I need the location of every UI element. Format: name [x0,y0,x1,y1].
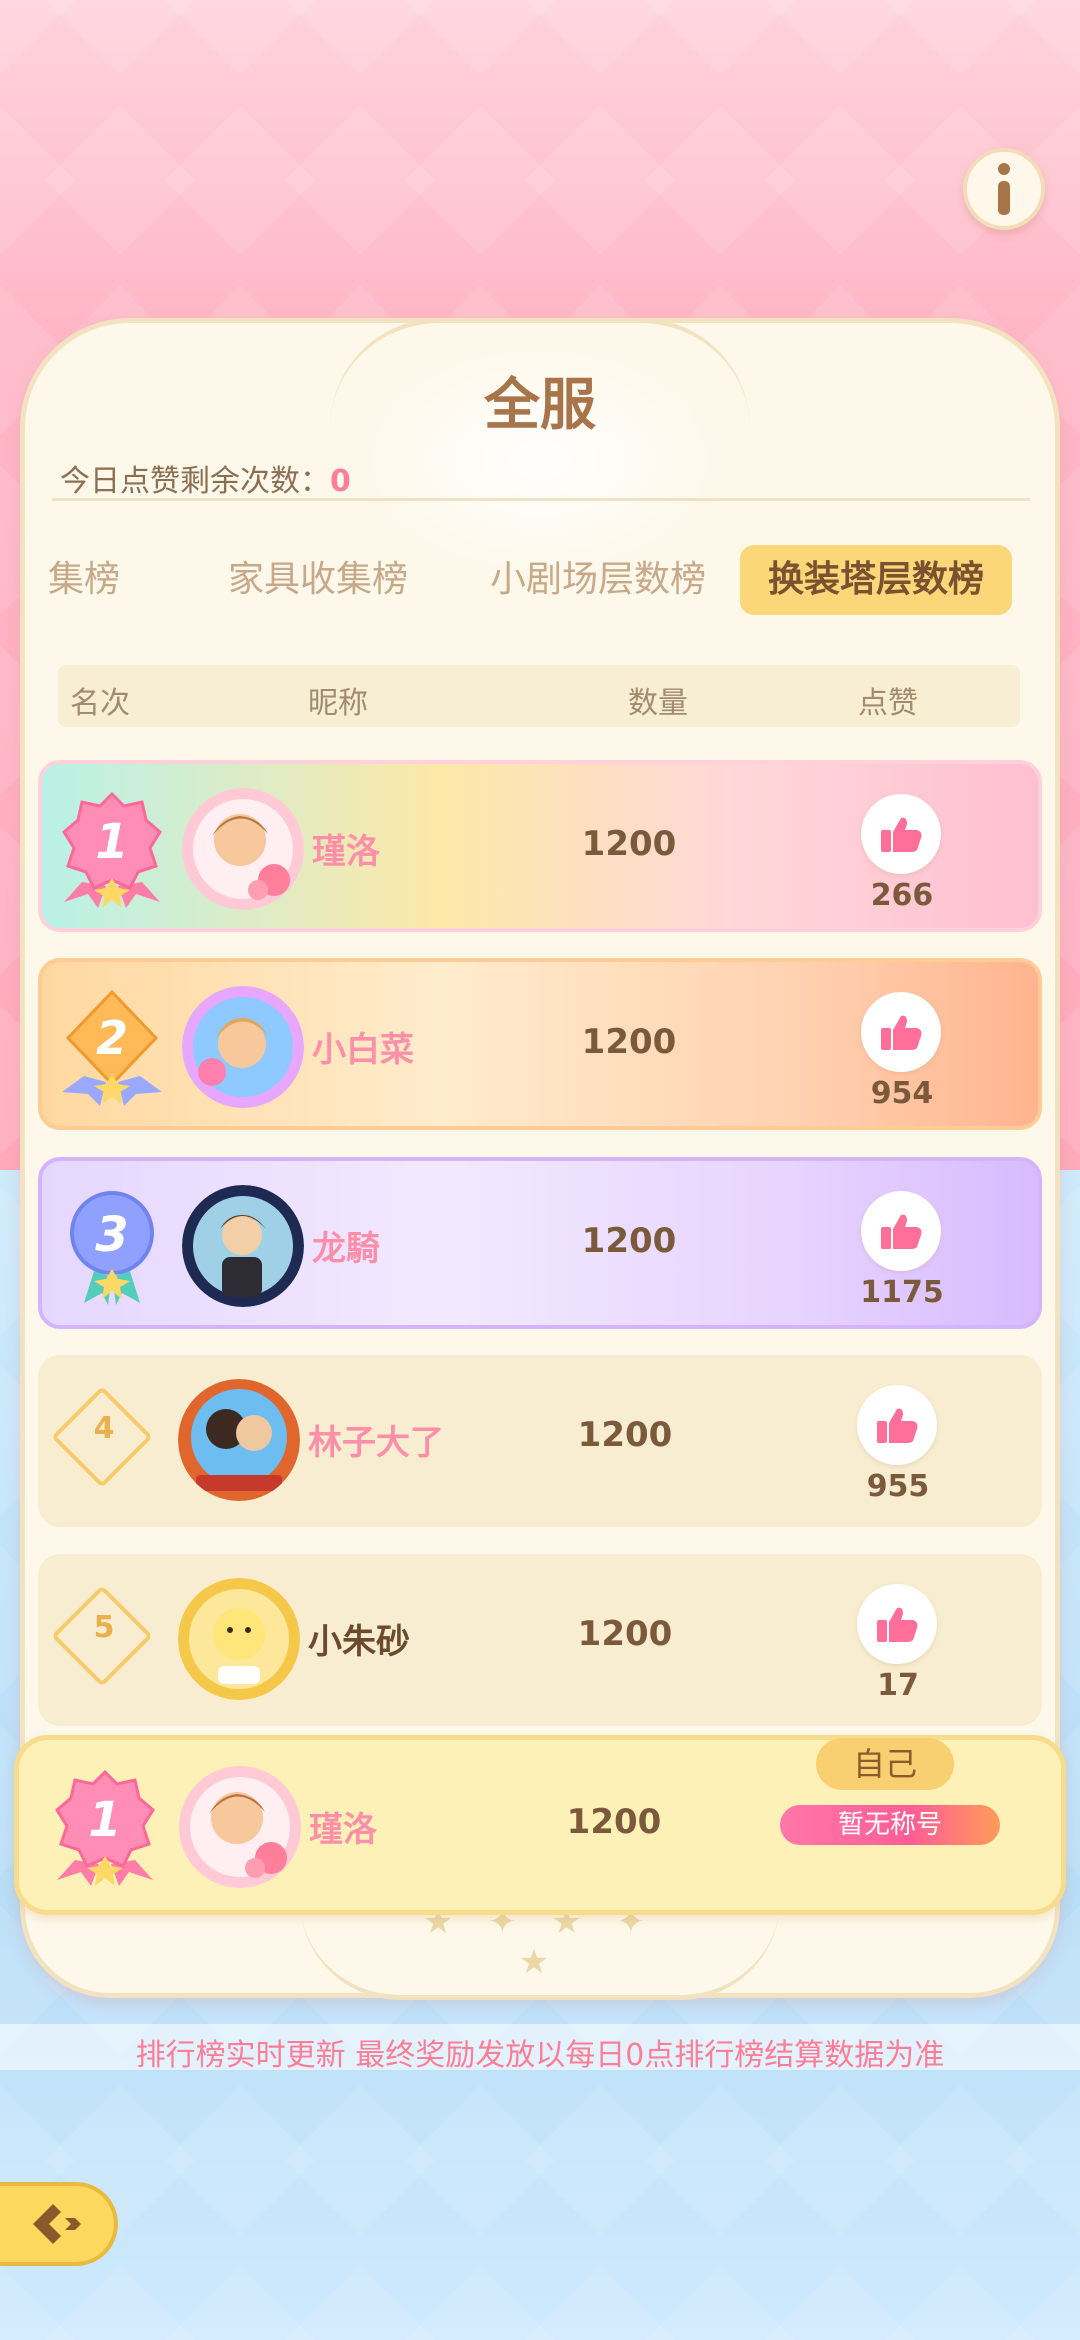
avatar[interactable] [179,1766,301,1888]
like-count: 954 [870,1076,934,1111]
tab-costume-tower[interactable]: 换装塔层数榜 [740,545,1013,615]
table-row: 4 林子大了 1200 955 [38,1355,1042,1527]
tab-collection[interactable]: 集榜 [48,545,120,615]
player-count: 1200 [581,1022,677,1062]
thumbs-up-icon [877,1607,918,1642]
rank-3-badge-icon: 3 [70,1191,154,1305]
likes-remaining-value: 0 [330,464,351,499]
table-row: 5 小朱砂 1200 17 [38,1554,1042,1726]
title-badge: 暂无称号 [780,1805,1000,1845]
player-count: 1200 [581,824,677,864]
footer-notice: 排行榜实时更新 最终奖励发放以每日0点排行榜结算数据为准 [135,2038,945,2073]
rank-number: 1 [88,1792,121,1848]
header-likes: 点赞 [858,686,918,721]
self-tag: 自己 [816,1738,954,1790]
thumbs-up-icon [881,1214,922,1249]
avatar[interactable] [182,1185,304,1307]
header-count: 数量 [628,686,688,721]
table-row: 3 龙騎 1200 1175 [38,1157,1042,1329]
player-name: 龙騎 [312,1229,380,1269]
player-count: 1200 [581,1221,677,1261]
rank-number: 3 [95,1207,128,1263]
avatar-portrait [182,986,304,1108]
like-button[interactable] [857,1385,937,1465]
like-count: 17 [877,1668,919,1703]
info-button[interactable] [963,148,1045,230]
like-count: 1175 [860,1275,944,1310]
rank-1-badge-icon: 1 [55,1769,155,1886]
rank-2-badge-icon: 2 [62,989,162,1106]
rank-number: 2 [96,1011,128,1065]
back-arrow-icon [33,2204,81,2244]
header-nickname: 昵称 [308,686,368,721]
player-count: 1200 [577,1415,673,1455]
rank-number: 1 [95,814,128,870]
rank-number: 5 [93,1610,115,1645]
divider [52,498,1030,501]
avatar-portrait [178,1578,300,1700]
thumbs-up-icon [877,1408,918,1443]
back-button[interactable] [0,2182,118,2266]
player-name: 瑾洛 [309,1810,377,1850]
likes-remaining-label: 今日点赞剩余次数： [60,464,330,499]
rank-1-badge-icon: 1 [62,791,162,908]
thumbs-up-icon [881,1015,922,1050]
likes-remaining: 今日点赞剩余次数：0 [60,456,351,500]
thumbs-up-icon [881,817,922,852]
tab-theater[interactable]: 小剧场层数榜 [490,545,706,615]
avatar[interactable] [182,986,304,1108]
player-name: 小朱砂 [308,1622,410,1662]
table-header: 名次 昵称 数量 点赞 [58,665,1020,727]
avatar-portrait [179,1766,301,1888]
panel-title: 全服 [484,373,596,438]
player-name: 瑾洛 [312,832,380,872]
like-button[interactable] [861,794,941,874]
avatar[interactable] [178,1578,300,1700]
player-count: 1200 [577,1614,673,1654]
table-row: 2 小白菜 1200 954 [38,958,1042,1130]
tab-bar: 集榜 家具收集榜 小剧场层数榜 换装塔层数榜 [40,545,1040,615]
player-name: 林子大了 [308,1423,444,1463]
table-row: 1 瑾洛 1200 266 [38,760,1042,932]
avatar[interactable] [178,1379,300,1501]
info-icon [998,163,1010,215]
tab-furniture[interactable]: 家具收集榜 [228,545,408,615]
rank-number: 4 [93,1411,115,1446]
like-count: 266 [870,878,934,913]
like-count: 955 [866,1469,930,1504]
like-button[interactable] [857,1584,937,1664]
like-button[interactable] [861,992,941,1072]
player-name: 小白菜 [312,1030,414,1070]
player-count: 1200 [566,1802,662,1842]
avatar-portrait [182,788,304,910]
avatar-portrait [182,1185,304,1307]
avatar[interactable] [182,788,304,910]
avatar-portrait [178,1379,300,1501]
header-rank: 名次 [70,686,130,721]
like-button[interactable] [861,1191,941,1271]
